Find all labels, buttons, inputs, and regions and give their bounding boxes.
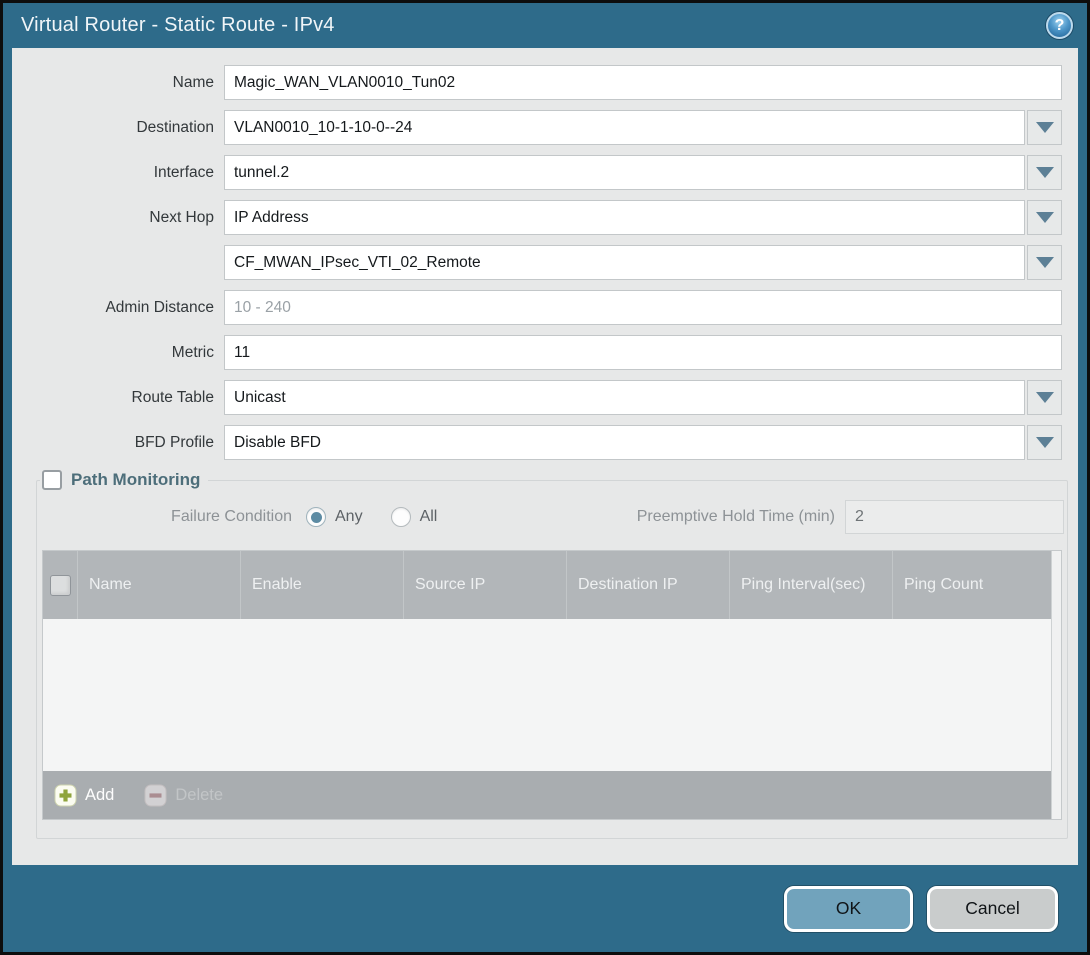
next-hop-type-input[interactable] [224,200,1025,235]
radio-any-label: Any [335,508,363,526]
path-monitoring-legend: Path Monitoring [40,470,208,490]
admin-distance-label: Admin Distance [12,299,214,317]
metric-label: Metric [12,344,214,362]
table-header-enable[interactable]: Enable [240,551,403,619]
preemptive-hold-time-input[interactable] [845,500,1064,534]
chevron-down-icon [1036,167,1054,178]
field-row-metric: Metric [12,335,1062,370]
field-row-admin-distance: Admin Distance [12,290,1062,325]
route-table-input[interactable] [224,380,1025,415]
bfd-profile-dropdown-button[interactable] [1027,425,1062,460]
interface-dropdown-button[interactable] [1027,155,1062,190]
failure-condition-label: Failure Condition [40,508,292,526]
failure-condition-option-all[interactable]: All [391,507,438,527]
table-body-empty [43,619,1051,771]
delete-button-label: Delete [175,786,223,805]
chevron-down-icon [1036,122,1054,133]
destination-input[interactable] [224,110,1025,145]
add-button-label: Add [85,786,114,805]
table-header-select-all[interactable] [43,551,77,619]
field-row-interface: Interface [12,155,1062,190]
route-form: Name Destination Interface [12,65,1078,460]
dialog-title: Virtual Router - Static Route - IPv4 [21,14,335,37]
preemptive-hold-time-label: Preemptive Hold Time (min) [637,508,835,526]
select-all-checkbox[interactable] [50,575,71,596]
help-icon[interactable]: ? [1046,12,1073,39]
route-table-dropdown-button[interactable] [1027,380,1062,415]
field-row-next-hop-address [12,245,1062,280]
dialog-footer: OK Cancel [3,865,1087,952]
interface-label: Interface [12,164,214,182]
field-row-route-table: Route Table [12,380,1062,415]
destination-dropdown-button[interactable] [1027,110,1062,145]
path-monitoring-checkbox[interactable] [42,470,62,490]
chevron-down-icon [1036,212,1054,223]
table-header-name[interactable]: Name [77,551,240,619]
path-monitoring-table: Name Enable Source IP Destination IP Pin [42,550,1062,820]
bfd-profile-input[interactable] [224,425,1025,460]
destination-label: Destination [12,119,214,137]
next-hop-address-dropdown-button[interactable] [1027,245,1062,280]
table-scrollbar-track[interactable] [1051,551,1061,819]
next-hop-label: Next Hop [12,209,214,227]
bfd-profile-label: BFD Profile [12,434,214,452]
field-row-destination: Destination [12,110,1062,145]
interface-input[interactable] [224,155,1025,190]
field-row-name: Name [12,65,1062,100]
cancel-button[interactable]: Cancel [927,886,1058,932]
table-header-source-ip[interactable]: Source IP [403,551,566,619]
failure-condition-option-any[interactable]: Any [306,507,363,527]
minus-icon [144,784,167,807]
add-button[interactable]: Add [54,784,114,807]
route-table-label: Route Table [12,389,214,407]
path-monitoring-title: Path Monitoring [71,470,200,490]
next-hop-address-input[interactable] [224,245,1025,280]
path-monitoring-section: Path Monitoring Failure Condition Any Al… [36,470,1068,839]
field-row-next-hop: Next Hop [12,200,1062,235]
table-toolbar: Add Delete [43,771,1051,819]
failure-condition-row: Failure Condition Any All Preemptive Hol… [40,500,1064,534]
chevron-down-icon [1036,257,1054,268]
radio-all-label: All [420,508,438,526]
table-header-ping-count[interactable]: Ping Count [892,551,1051,619]
name-label: Name [12,74,214,92]
table-header-ping-interval[interactable]: Ping Interval(sec) [729,551,892,619]
radio-any-icon[interactable] [306,507,326,527]
name-input[interactable] [224,65,1062,100]
next-hop-type-dropdown-button[interactable] [1027,200,1062,235]
field-row-bfd-profile: BFD Profile [12,425,1062,460]
static-route-dialog: Virtual Router - Static Route - IPv4 ? N… [0,0,1090,955]
metric-input[interactable] [224,335,1062,370]
table-header-destination-ip[interactable]: Destination IP [566,551,729,619]
table-header-row: Name Enable Source IP Destination IP Pin [43,551,1051,619]
chevron-down-icon [1036,437,1054,448]
plus-icon [54,784,77,807]
titlebar: Virtual Router - Static Route - IPv4 ? [3,3,1087,48]
radio-all-icon[interactable] [391,507,411,527]
dialog-content: Name Destination Interface [12,48,1078,865]
delete-button[interactable]: Delete [144,784,223,807]
chevron-down-icon [1036,392,1054,403]
admin-distance-input[interactable] [224,290,1062,325]
ok-button[interactable]: OK [784,886,913,932]
help-glyph: ? [1055,17,1065,35]
